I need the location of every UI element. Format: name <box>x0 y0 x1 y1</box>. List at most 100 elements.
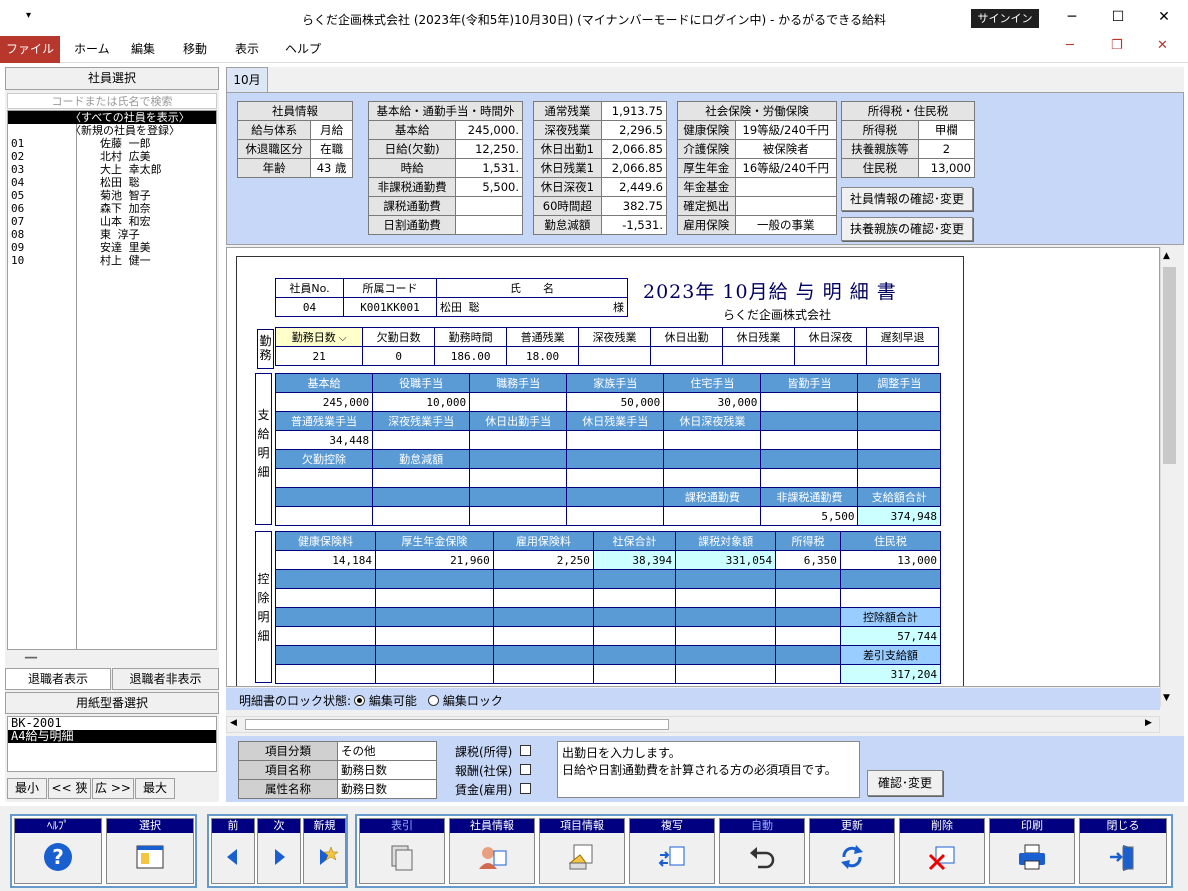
employee-list-item[interactable]: 03 大上 幸太郎 <box>8 163 216 176</box>
scroll-down-icon[interactable]: ▼ <box>1163 693 1170 703</box>
employee-list[interactable]: 〈すべての社員を表示〉 〈新規の社員を登録〉 01 佐藤 一郎 02 北村 広美 03 大上 … <box>7 110 217 650</box>
item-info-button[interactable]: 項目情報 <box>539 818 625 884</box>
menu-move[interactable]: 移動 <box>183 36 207 63</box>
checkbox-icon[interactable] <box>520 745 532 756</box>
payment-value[interactable] <box>469 506 568 526</box>
attendance-header[interactable]: 休日残業 <box>722 327 795 347</box>
attendance-header[interactable]: 欠勤日数 <box>362 327 436 347</box>
payment-value[interactable]: 34,448 <box>274 430 374 450</box>
employee-list-item[interactable]: 10 村上 健一 <box>8 254 216 267</box>
copy-button[interactable]: 複写 <box>629 818 715 884</box>
scroll-left-icon[interactable]: ◀ <box>230 718 237 728</box>
net-pay[interactable]: 317,204 <box>839 664 942 684</box>
payment-value[interactable] <box>566 506 665 526</box>
attendance-header[interactable]: 遅刻早退 <box>865 327 940 347</box>
mdi-minimize-icon[interactable]: ─ <box>1066 38 1074 53</box>
new-button[interactable]: 新規 <box>303 818 346 884</box>
zoom-narrow-button[interactable]: << 狭 <box>48 778 91 799</box>
payment-value[interactable]: 374,948 <box>857 506 941 526</box>
chevron-down-icon[interactable]: ⌵ <box>336 333 347 344</box>
vertical-scrollbar[interactable]: ▲ ▼ <box>1160 247 1177 707</box>
employee-list-item[interactable]: 04 松田 聡 <box>8 176 216 189</box>
attendance-value[interactable] <box>722 346 795 366</box>
menu-home[interactable]: ホーム <box>74 36 110 63</box>
checkbox-icon[interactable] <box>520 764 532 775</box>
payment-value[interactable] <box>857 430 941 450</box>
dependents-confirm-button[interactable]: 扶養親族の確認･変更 <box>841 217 973 241</box>
scroll-thumb[interactable] <box>1163 267 1176 464</box>
value[interactable]: 勤務日数 <box>337 760 437 780</box>
close-button[interactable]: 閉じる <box>1079 818 1167 884</box>
menu-help[interactable]: ヘルプ <box>285 36 321 63</box>
employee-list-item[interactable]: 06 森下 加奈 <box>8 202 216 215</box>
scroll-right-icon[interactable]: ▶ <box>1145 718 1152 728</box>
print-button[interactable]: 印刷 <box>989 818 1075 884</box>
attendance-value[interactable] <box>578 346 652 366</box>
paper-list[interactable]: BK-2001 A4給与明細 <box>7 716 217 772</box>
payment-value[interactable] <box>469 392 568 412</box>
employee-list-item[interactable]: 09 安達 里美 <box>8 241 216 254</box>
payment-value[interactable] <box>760 392 859 412</box>
employee-list-item[interactable]: 〈すべての社員を表示〉 <box>8 111 216 124</box>
zoom-wide-button[interactable]: 広 >> <box>92 778 134 799</box>
payment-value[interactable] <box>274 506 374 526</box>
scroll-up-icon[interactable]: ▲ <box>1163 251 1170 261</box>
employee-list-item[interactable]: 〈新規の社員を登録〉 <box>8 124 216 137</box>
payment-value[interactable] <box>566 430 665 450</box>
search-input[interactable]: コードまたは氏名で検索 <box>7 93 217 109</box>
attendance-header[interactable]: 勤務日数 ⌵ <box>274 327 364 347</box>
payment-value[interactable] <box>760 430 859 450</box>
zoom-max-button[interactable]: 最大 <box>135 778 175 799</box>
paper-list-item[interactable]: A4給与明細 <box>8 730 216 743</box>
employee-list-item[interactable]: 01 佐藤 一郎 <box>8 137 216 150</box>
deduction-value[interactable]: 14,184 <box>274 550 377 570</box>
locked-radio[interactable]: 編集ロック <box>428 692 503 709</box>
payment-value[interactable] <box>663 506 762 526</box>
deduction-value[interactable]: 38,394 <box>592 550 677 570</box>
employee-list-item[interactable]: 08 東 淳子 <box>8 228 216 241</box>
help-button[interactable]: ﾍﾙﾌﾟ ? <box>14 818 102 884</box>
attendance-header[interactable]: 普通残業 <box>506 327 580 347</box>
attendance-header[interactable]: 休日深夜 <box>793 327 867 347</box>
employee-info-confirm-button[interactable]: 社員情報の確認･変更 <box>841 187 973 211</box>
attendance-value[interactable] <box>793 346 867 366</box>
value[interactable]: 勤務日数 <box>337 779 437 799</box>
radio-on-icon[interactable] <box>354 695 365 706</box>
attendance-value[interactable]: 18.00 <box>506 346 580 366</box>
payment-value[interactable]: 30,000 <box>663 392 762 412</box>
index-button[interactable]: 表引 <box>359 818 445 884</box>
hscroll-thumb[interactable] <box>245 719 669 730</box>
social-ins-check[interactable]: 報酬(社保) <box>455 762 532 781</box>
deduction-value[interactable]: 21,960 <box>375 550 494 570</box>
next-button[interactable]: 次 <box>257 818 301 884</box>
attendance-header[interactable]: 休日出勤 <box>650 327 724 347</box>
close-icon[interactable]: ✕ <box>1152 6 1176 28</box>
deduction-value[interactable]: 331,054 <box>675 550 777 570</box>
deduction-value[interactable]: 13,000 <box>839 550 942 570</box>
radio-off-icon[interactable] <box>428 695 439 706</box>
maximize-icon[interactable]: ☐ <box>1106 6 1130 28</box>
minimize-icon[interactable]: ─ <box>1060 6 1084 28</box>
menu-file[interactable]: ファイル <box>0 36 60 63</box>
payment-value[interactable] <box>372 430 471 450</box>
hide-retired-button[interactable]: 退職者非表示 <box>112 668 219 690</box>
mdi-close-icon[interactable]: ✕ <box>1157 38 1168 53</box>
attendance-header[interactable]: 深夜残業 <box>578 327 652 347</box>
employee-list-item[interactable]: 05 菊池 智子 <box>8 189 216 202</box>
employee-info-button[interactable]: 社員情報 <box>449 818 535 884</box>
attendance-value[interactable]: 186.00 <box>434 346 508 366</box>
payment-value[interactable] <box>663 430 762 450</box>
signin-button[interactable]: サインイン <box>971 9 1039 28</box>
employee-list-item[interactable]: 07 山本 和宏 <box>8 215 216 228</box>
wage-check[interactable]: 賃金(雇用) <box>455 781 532 800</box>
employee-list-item[interactable]: 02 北村 広美 <box>8 150 216 163</box>
attendance-value[interactable] <box>650 346 724 366</box>
mdi-restore-icon[interactable]: ❐ <box>1111 38 1123 53</box>
horizontal-scrollbar[interactable]: ◀ ▶ <box>226 716 1160 733</box>
payment-value[interactable]: 50,000 <box>566 392 665 412</box>
update-button[interactable]: 更新 <box>809 818 895 884</box>
item-confirm-button[interactable]: 確認･変更 <box>867 770 943 796</box>
tax-income-check[interactable]: 課税(所得) <box>455 743 532 762</box>
value[interactable]: その他 <box>337 741 437 761</box>
deduction-total[interactable]: 57,744 <box>839 626 942 646</box>
